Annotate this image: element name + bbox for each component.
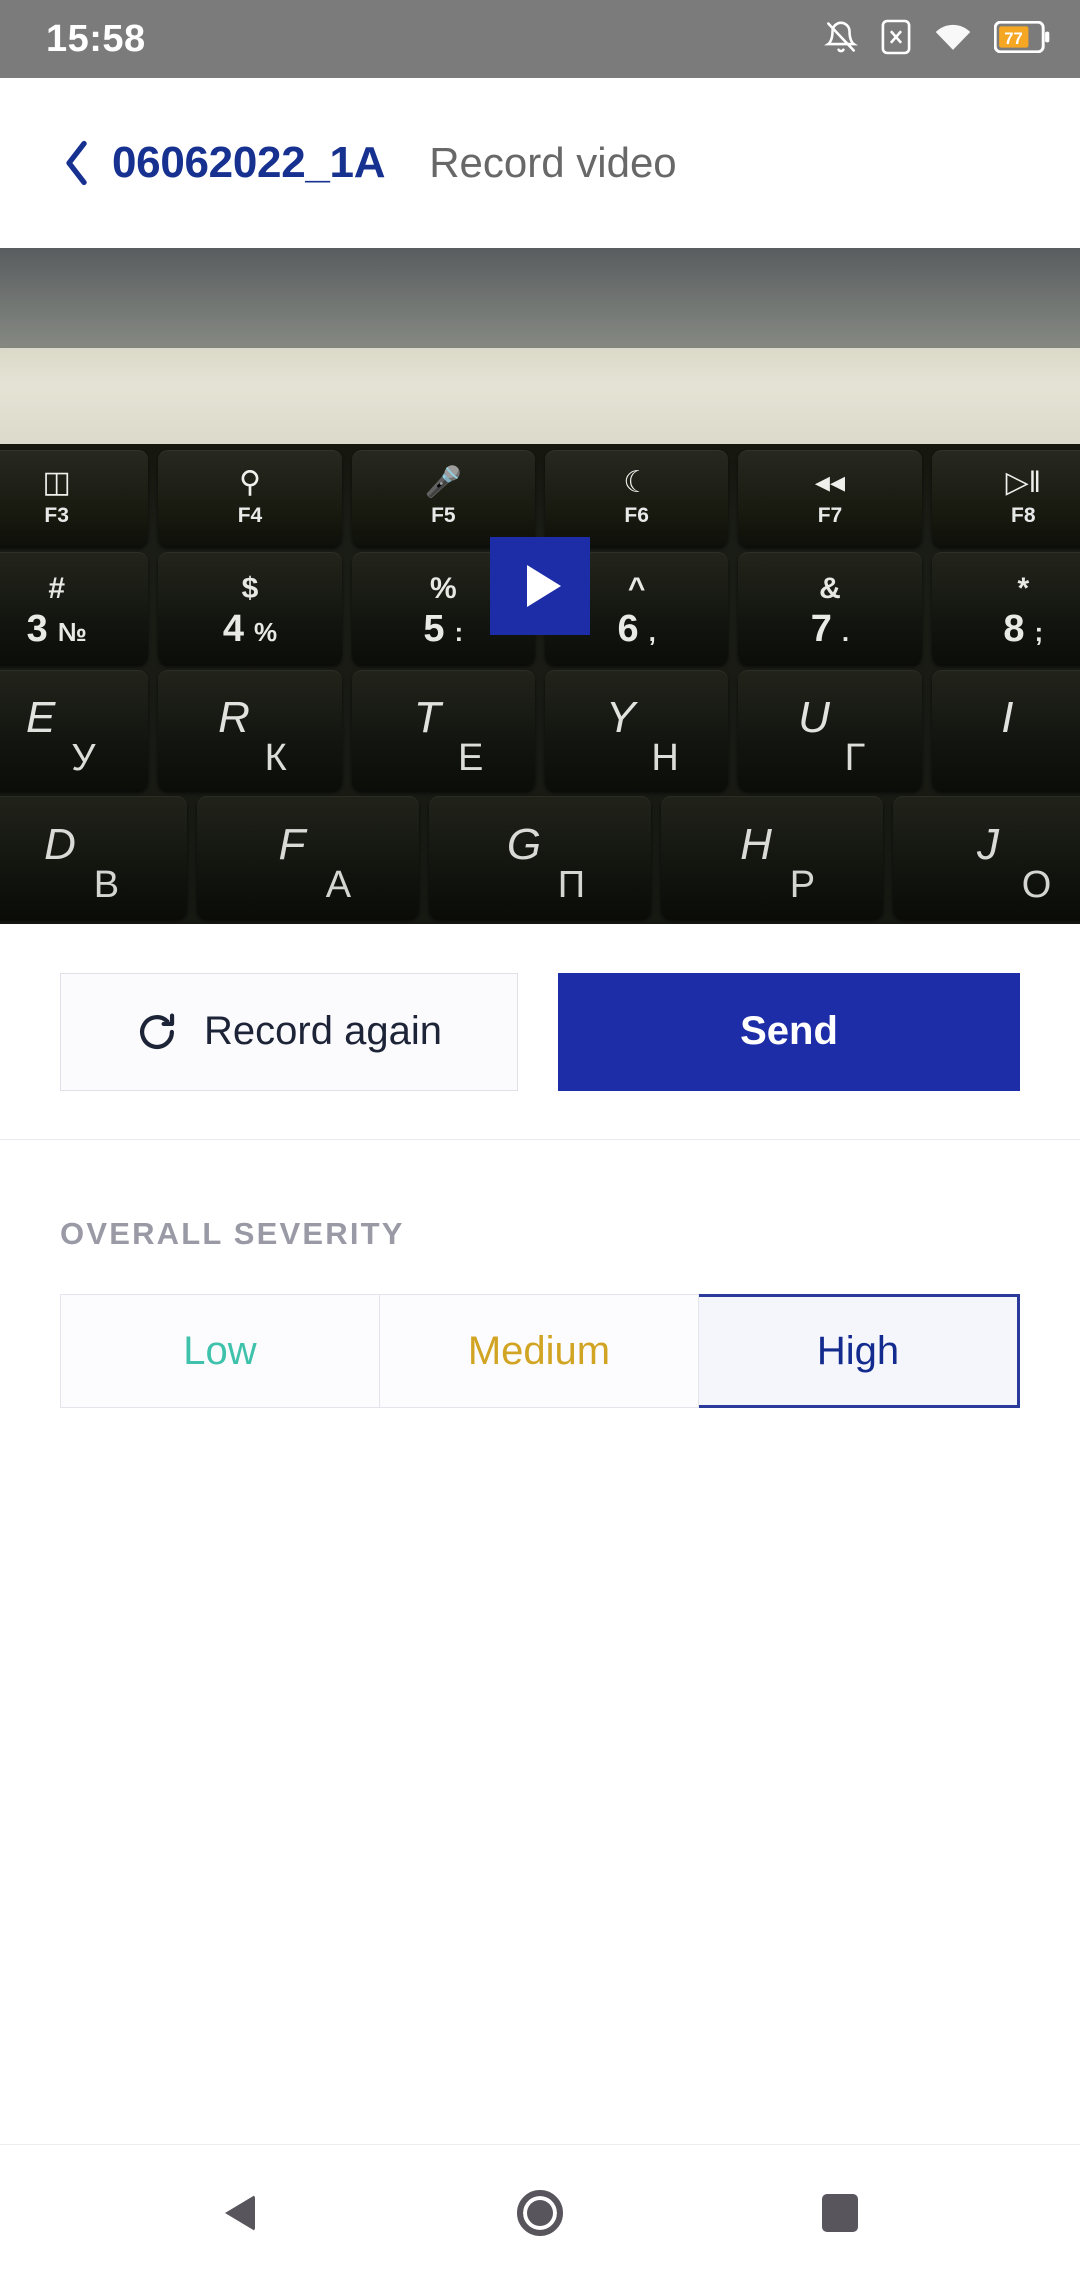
keyboard-letter-row-2: DВ FА GП HР JО [0,796,1080,918]
android-navigation-bar [0,2144,1080,2280]
rewind-icon: ◂◂ [814,466,846,499]
status-bar-clock: 15:58 [46,17,146,60]
chevron-left-icon [66,140,87,185]
keycap-4: $ 4% [158,552,342,664]
keycap-d: DВ [0,796,187,918]
app-screen: 15:58 77 06062022_1A Record video ◫ F3 ⚲… [0,0,1080,2280]
keycap-f8: ▷‖ F8 [931,450,1080,546]
circle-home-icon [517,2189,563,2236]
keycap-f: FА [197,796,419,918]
video-preview[interactable]: ◫ F3 ⚲ F4 🎤 F5 ☾ F6 ◂◂ F7 ▷‖ F8 # 3 № $ … [0,248,1080,924]
back-button[interactable] [60,138,94,188]
page-subtitle: Record video [429,138,677,186]
keycap-t: TЕ [351,670,535,790]
mission-control-icon: ◫ [42,466,71,499]
keyboard-letter-row-1: EУ RК TЕ YН UГ I [0,670,1080,790]
keycap-i: I [931,670,1080,790]
severity-segmented-control: Low Medium High [60,1294,1020,1408]
microphone-icon: 🎤 [424,466,462,499]
status-bar: 15:58 77 [0,0,1080,78]
record-again-button[interactable]: Record again [60,972,518,1091]
keycap-f6: ☾ F6 [544,450,729,546]
send-label: Send [740,1009,838,1053]
battery-percent-text: 77 [1004,29,1023,48]
severity-option-label: High [816,1328,900,1373]
triangle-back-icon [225,2194,255,2231]
status-bar-icons: 77 [824,18,1050,61]
reload-icon [136,1011,178,1053]
severity-section-label: OVERALL SEVERITY [60,1216,405,1251]
keycap-f4: ⚲ F4 [158,450,342,546]
keycap-e: EУ [0,670,149,790]
keycap-f3: ◫ F3 [0,450,149,546]
play-pause-icon: ▷‖ [1005,466,1042,499]
keycap-7: & 7. [738,552,922,664]
play-button[interactable] [490,537,590,635]
severity-option-high[interactable]: High [699,1294,1020,1408]
nav-recents-button[interactable] [780,2153,900,2273]
keycap-label: F3 [44,504,69,527]
severity-option-label: Low [183,1328,257,1373]
battery-icon: 77 [993,20,1050,58]
nav-home-button[interactable] [480,2153,600,2273]
wifi-icon [934,20,972,59]
send-button[interactable]: Send [558,972,1020,1091]
keycap-label: F8 [1011,504,1036,527]
app-bar: 06062022_1A Record video [0,78,1080,248]
keycap-8: * 8; [931,552,1080,664]
keycap-label: F5 [431,504,456,527]
severity-option-low[interactable]: Low [60,1294,380,1408]
keyboard-function-row: ◫ F3 ⚲ F4 🎤 F5 ☾ F6 ◂◂ F7 ▷‖ F8 [0,450,1080,546]
sim-card-x-icon [880,18,912,61]
square-recents-icon [822,2193,858,2232]
keycap-j: JО [893,796,1080,918]
bell-muted-icon [824,18,858,61]
search-icon: ⚲ [239,466,261,499]
keycap-h: HР [661,796,883,918]
keycap-f5: 🎤 F5 [351,450,535,546]
photo-laptop-lid [0,348,1080,444]
keycap-f7: ◂◂ F7 [738,450,922,546]
action-button-bar: Record again Send [0,924,1080,1140]
keycap-y: YН [544,670,729,790]
keycap-3: # 3 № [0,552,149,664]
moon-icon: ☾ [623,466,651,499]
severity-option-label: Medium [467,1328,611,1373]
record-again-label: Record again [204,1009,442,1053]
keycap-r: RК [158,670,342,790]
keycap-label: F7 [817,504,843,527]
keycap-g: GП [429,796,651,918]
severity-option-medium[interactable]: Medium [380,1294,699,1408]
keycap-label: F6 [624,504,649,527]
overall-severity-section: OVERALL SEVERITY Low Medium High [0,1140,1080,2144]
photo-background-wall [0,248,1080,348]
keycap-u: UГ [738,670,922,790]
page-title: 06062022_1A [112,137,386,187]
play-icon [526,565,561,607]
keycap-label: F4 [237,504,263,527]
nav-back-button[interactable] [180,2153,300,2273]
